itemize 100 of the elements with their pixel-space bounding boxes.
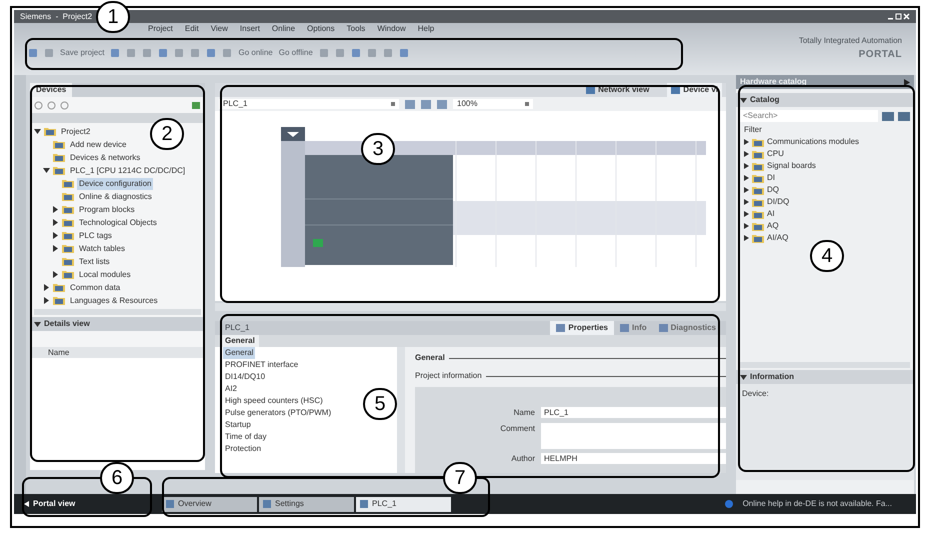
tree-item[interactable]: PLC tags <box>77 230 114 242</box>
zoom-dropdown[interactable]: 100% <box>453 99 533 109</box>
tree-item[interactable]: Device configuration <box>77 178 154 190</box>
editor-tab[interactable]: Overview <box>162 496 257 512</box>
tree-item[interactable]: Add new device <box>68 138 128 150</box>
expand-arrow-icon[interactable] <box>52 271 59 278</box>
editor-tab[interactable]: PLC_1 <box>356 496 451 512</box>
expand-arrow-icon[interactable] <box>52 206 59 213</box>
expand-arrow-icon[interactable] <box>52 232 59 239</box>
folder-icon <box>752 210 764 218</box>
catalog-item[interactable]: Signal boards <box>767 160 816 172</box>
editor-tab[interactable]: Settings <box>259 496 354 512</box>
catalog-item[interactable]: DI <box>767 172 775 184</box>
information-title: Information <box>750 371 794 383</box>
toolbar-button[interactable]: Go offline <box>278 47 313 59</box>
expand-arrow-icon[interactable] <box>34 320 41 328</box>
expand-arrow-icon[interactable] <box>740 374 747 380</box>
brand-title: Totally Integrated Automation <box>798 35 902 47</box>
toolbar-button[interactable]: Save project <box>60 47 104 59</box>
field-label: Name <box>512 407 535 419</box>
input-field[interactable]: HELMPH <box>541 453 726 464</box>
folder-icon <box>752 150 764 158</box>
tab-icon <box>620 324 629 332</box>
details-view-title: Details view <box>44 318 90 330</box>
folder-icon <box>53 283 65 292</box>
menu-item[interactable]: Tools <box>346 23 366 35</box>
catalog-item[interactable]: Communications modules <box>767 136 860 148</box>
tree-item[interactable]: Common data <box>68 282 122 294</box>
nav-item[interactable]: General <box>223 347 256 359</box>
catalog-item[interactable]: DI/DQ <box>767 196 790 208</box>
inspector-tab[interactable]: Info <box>614 321 653 335</box>
catalog-item[interactable]: AQ <box>767 220 779 232</box>
menu-item[interactable]: View <box>210 23 228 35</box>
menu-item[interactable]: Edit <box>184 23 199 35</box>
catalog-item[interactable]: DQ <box>767 184 779 196</box>
nav-item[interactable]: DI14/DQ10 <box>223 371 268 383</box>
catalog-item[interactable]: CPU <box>767 148 784 160</box>
menu-item[interactable]: Options <box>307 23 335 35</box>
collapse-arrow-icon[interactable] <box>904 78 910 86</box>
inspector-tab[interactable]: Diagnostics <box>652 321 722 335</box>
toolbar-tool-icon[interactable] <box>350 48 361 58</box>
toolbar-tool-icon[interactable] <box>206 48 216 58</box>
sync-icon[interactable] <box>191 100 201 110</box>
toolbar-tool-icon[interactable] <box>398 48 409 58</box>
brand-portal: PORTAL <box>858 48 902 62</box>
search-icon[interactable] <box>882 112 894 120</box>
nav-item[interactable]: Time of day <box>223 431 268 443</box>
tree-item[interactable]: Languages & Resources <box>68 294 160 306</box>
toolbar-tool-icon[interactable] <box>158 48 168 58</box>
folder-icon <box>752 186 764 194</box>
nav-item[interactable]: High speed counters (HSC) <box>223 395 325 407</box>
menu-item[interactable]: Window <box>377 23 406 35</box>
device-dropdown[interactable]: PLC_1 <box>219 99 399 109</box>
search-field[interactable]: <Search> <box>740 110 878 122</box>
comment-field[interactable] <box>541 423 726 449</box>
toolbar-button[interactable]: Go online <box>238 47 273 59</box>
menu-item[interactable]: Online <box>272 23 296 35</box>
expand-arrow-icon[interactable] <box>34 128 41 135</box>
folder-icon <box>752 222 764 230</box>
catalog-section-title: Catalog <box>750 94 780 106</box>
inspector-tab[interactable]: Properties <box>550 321 614 335</box>
catalog-item[interactable]: AI <box>767 208 775 220</box>
field-label: Author <box>510 453 535 465</box>
tree-item[interactable]: PLC_1 [CPU 1214C DC/DC/DC] <box>68 164 188 176</box>
menu-item[interactable]: Help <box>418 23 434 35</box>
section-title: General <box>415 352 445 364</box>
expand-arrow-icon[interactable] <box>43 167 50 174</box>
nav-item[interactable]: Pulse generators (PTO/PWM) <box>223 407 334 419</box>
menu-item[interactable]: Insert <box>240 23 260 35</box>
nav-item[interactable]: AI2 <box>223 383 240 395</box>
expand-arrow-icon[interactable] <box>740 96 747 104</box>
folder-icon <box>62 179 74 188</box>
folder-icon <box>44 127 56 136</box>
toolbar-tool-icon[interactable] <box>110 48 120 58</box>
portal-view-button[interactable]: Portal view <box>18 496 138 512</box>
tree-item[interactable]: Devices & networks <box>68 152 142 164</box>
general-tab[interactable]: General <box>221 335 259 347</box>
menu-item[interactable]: Project <box>148 23 173 35</box>
tree-item[interactable]: Project2 <box>59 126 92 138</box>
nav-item[interactable]: Startup <box>223 419 253 431</box>
folder-icon <box>752 198 764 206</box>
input-field[interactable]: PLC_1 <box>541 407 726 418</box>
expand-arrow-icon[interactable] <box>43 297 50 304</box>
nav-item[interactable]: Protection <box>223 443 264 455</box>
tree-item[interactable]: Program blocks <box>77 204 137 216</box>
expand-arrow-icon[interactable] <box>52 219 59 226</box>
expand-arrow-icon[interactable] <box>43 284 50 291</box>
search-icon[interactable] <box>898 112 910 120</box>
tree-item[interactable]: Online & diagnostics <box>77 190 154 202</box>
filter-label: Filter <box>743 124 763 136</box>
status-message: Online help in de-DE is not available. Fa... <box>742 498 893 510</box>
expand-arrow-icon[interactable] <box>52 245 59 252</box>
field-label: Comment <box>499 423 535 435</box>
tree-item[interactable]: Text lists <box>77 256 112 268</box>
tree-item[interactable]: Technological Objects <box>77 216 159 228</box>
tree-item[interactable]: Watch tables <box>77 242 127 254</box>
nav-item[interactable]: PROFINET interface <box>223 359 300 371</box>
catalog-item[interactable]: AI/AQ <box>767 232 788 244</box>
tree-item[interactable]: Local modules <box>77 268 133 280</box>
view-tab[interactable]: Network view <box>582 83 654 97</box>
